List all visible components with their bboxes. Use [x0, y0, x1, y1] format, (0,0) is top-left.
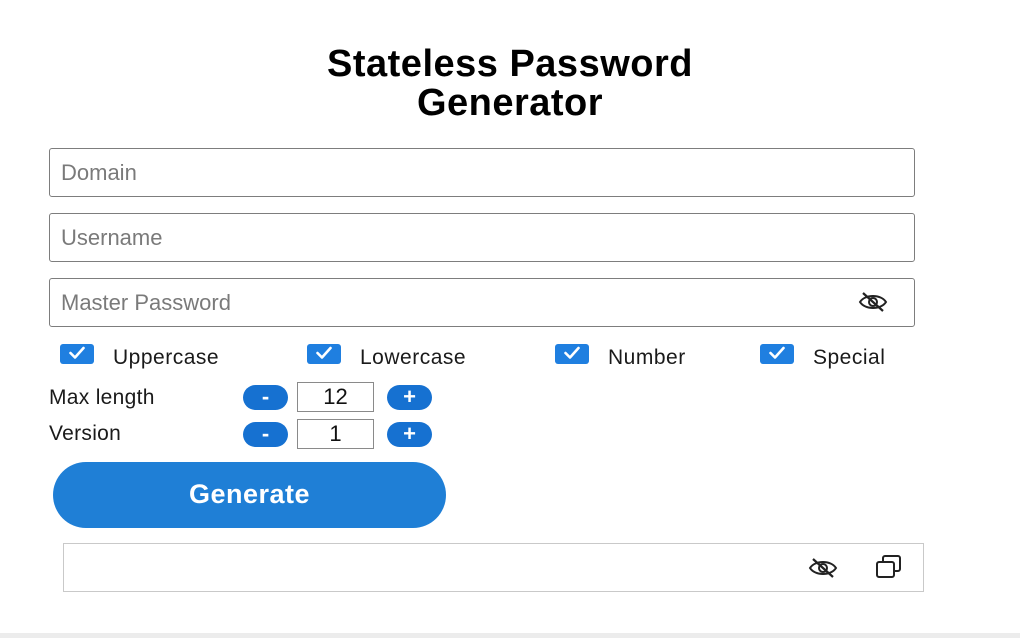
master-password-field[interactable]	[49, 278, 915, 327]
lowercase-checkbox[interactable]	[307, 344, 341, 364]
domain-input[interactable]	[50, 149, 914, 196]
special-label: Special	[813, 346, 886, 369]
max-length-decrement-button[interactable]: -	[243, 385, 288, 410]
eye-slash-icon[interactable]	[858, 290, 888, 314]
bottom-divider	[0, 633, 1020, 638]
lowercase-label: Lowercase	[360, 346, 467, 369]
special-checkbox[interactable]	[760, 344, 794, 364]
username-field[interactable]	[49, 213, 915, 262]
uppercase-label: Uppercase	[113, 346, 220, 369]
username-input[interactable]	[50, 214, 914, 261]
version-label: Version	[49, 422, 122, 445]
master-password-input[interactable]	[50, 279, 914, 326]
eye-slash-icon[interactable]	[808, 556, 838, 580]
copy-icon[interactable]	[874, 554, 904, 578]
domain-field[interactable]	[49, 148, 915, 197]
max-length-value[interactable]: 12	[297, 382, 374, 412]
version-value[interactable]: 1	[297, 419, 374, 449]
number-label: Number	[608, 346, 686, 369]
password-generator-page: Stateless Password Generator Uppercase	[0, 0, 1020, 638]
version-increment-button[interactable]: +	[387, 422, 432, 447]
number-checkbox[interactable]	[555, 344, 589, 364]
uppercase-checkbox[interactable]	[60, 344, 94, 364]
max-length-increment-button[interactable]: +	[387, 385, 432, 410]
page-title-line-2: Generator	[416, 82, 604, 124]
page-title-line-1: Stateless Password	[327, 43, 693, 85]
generated-password-output[interactable]	[63, 543, 924, 592]
generate-button[interactable]: Generate	[53, 462, 446, 528]
max-length-label: Max length	[49, 386, 155, 409]
version-decrement-button[interactable]: -	[243, 422, 288, 447]
